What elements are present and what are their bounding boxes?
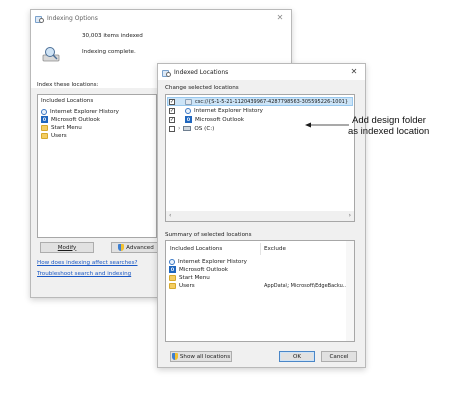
summary-vertical-scrollbar[interactable] [346,241,354,341]
locations-tree[interactable]: ✓ csc://{S-1-5-21-1120439967-4287798563-… [165,94,355,222]
folder-icon [41,124,48,131]
indexed-locations-app-icon [162,69,171,77]
items-indexed-text: 30,003 items indexed [82,33,143,39]
ok-button[interactable]: OK [279,351,315,362]
indexed-locations-close-icon[interactable]: ✕ [348,66,360,78]
indexing-status-text: Indexing complete. [82,49,136,55]
summary-table[interactable]: Included Locations Exclude Internet Expl… [165,240,355,342]
tree-checkbox[interactable] [169,125,175,132]
annotation-line-1: Add design folder [352,115,426,126]
troubleshoot-link[interactable]: Troubleshoot search and indexing [37,271,131,277]
included-locations-list[interactable]: Included Locations Internet Explorer His… [37,94,157,238]
indexed-locations-titlebar: Indexed Locations ✕ [158,64,365,80]
annotation-line-2: as indexed location [348,126,430,137]
scroll-right-icon[interactable]: › [349,212,351,219]
outlook-icon: O [41,116,48,123]
indexing-options-titlebar: Indexing Options ✕ [31,10,291,26]
folder-icon [41,132,48,139]
chevron-right-icon[interactable]: › [178,125,180,132]
folder-icon [169,274,176,281]
ie-icon [41,108,47,115]
ie-icon [185,107,191,114]
list-item[interactable]: Users [41,131,153,140]
modify-button[interactable]: Modify [40,242,94,253]
network-folder-icon [184,98,192,105]
indexed-locations-title: Indexed Locations [174,68,229,76]
drive-icon [183,126,192,131]
folder-icon [169,282,176,289]
summary-header-included: Included Locations [170,246,223,252]
scroll-left-icon[interactable]: ‹ [169,212,171,219]
outlook-icon: O [185,116,192,123]
how-indexing-affects-link[interactable]: How does indexing affect searches? [37,260,138,266]
change-selected-locations-label: Change selected locations [165,85,239,91]
tree-checkbox[interactable]: ✓ [169,116,175,123]
included-locations-header: Included Locations [41,98,94,104]
summary-label: Summary of selected locations [165,232,252,238]
indexing-options-title: Indexing Options [47,14,98,22]
indexing-drive-icon [42,47,60,62]
cancel-button[interactable]: Cancel [321,351,357,362]
tree-checkbox[interactable]: ✓ [169,107,175,114]
tree-horizontal-scrollbar[interactable]: ‹ › [166,211,354,221]
index-these-locations-label: Index these locations: [37,82,99,88]
outlook-icon: O [169,266,176,273]
uac-shield-icon [118,244,125,251]
column-divider [260,243,261,255]
uac-shield-icon [171,353,178,360]
tree-checkbox[interactable]: ✓ [169,98,175,105]
exclude-value-users: AppData\; Microsoft\EdgeBacku... [264,283,348,289]
tree-item-ie-history[interactable]: ✓ Internet Explorer History [169,106,351,115]
ie-icon [169,258,175,265]
indexed-locations-dialog: Indexed Locations ✕ Change selected loca… [157,63,366,368]
indexing-options-close-icon[interactable]: ✕ [274,12,286,24]
advanced-button[interactable]: Advanced [111,242,161,253]
show-all-locations-button[interactable]: Show all locations [170,351,232,362]
indexing-options-app-icon [35,15,44,23]
annotation-arrow [305,122,349,128]
summary-header-exclude: Exclude [264,246,286,252]
tree-item-csc[interactable]: ✓ csc://{S-1-5-21-1120439967-4287798563-… [169,97,351,106]
